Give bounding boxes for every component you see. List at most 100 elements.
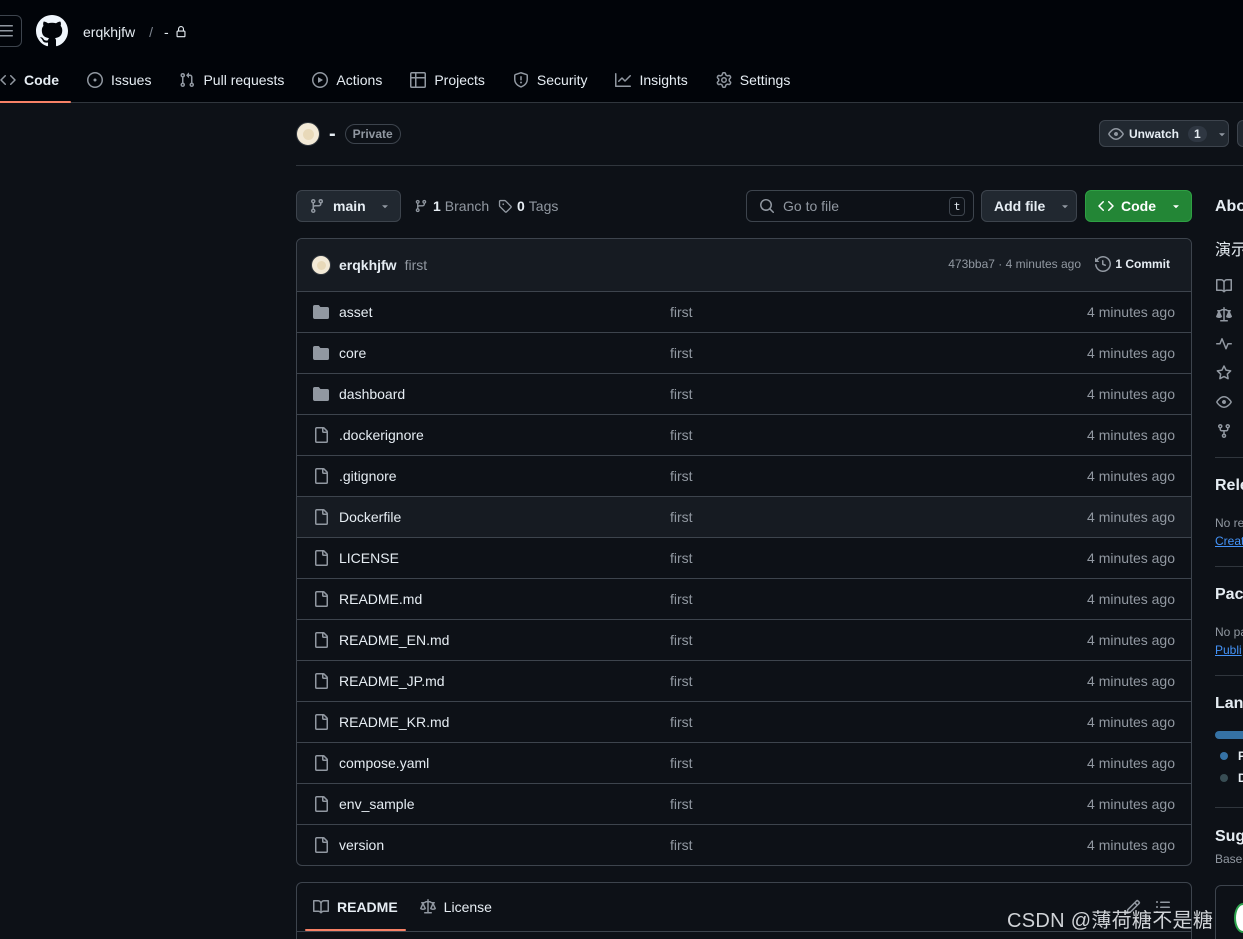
packages-heading[interactable]: Pack (1215, 586, 1243, 604)
owner-avatar[interactable] (296, 122, 320, 146)
table-row[interactable]: asset first 4 minutes ago (297, 292, 1191, 333)
table-row[interactable]: README_EN.md first 4 minutes ago (297, 620, 1191, 661)
file-list: asset first 4 minutes ago core first 4 minute… (297, 292, 1191, 865)
tab-security[interactable]: Security (501, 63, 600, 96)
file-name-link[interactable]: .gitignore (339, 468, 397, 484)
code-button[interactable]: Code (1085, 190, 1192, 222)
tags-link[interactable]: 0 Tags (498, 196, 558, 216)
table-row[interactable]: env_sample first 4 minutes ago (297, 784, 1191, 825)
releases-heading[interactable]: Rele (1215, 477, 1243, 495)
commit-author[interactable]: erqkhjfw (339, 257, 397, 273)
menu-button[interactable] (0, 15, 22, 47)
file-commit-message[interactable]: first (670, 796, 693, 812)
file-commit-message[interactable]: first (670, 550, 693, 566)
go-to-file-input[interactable]: Go to file t (746, 190, 974, 222)
create-release-link[interactable]: Creat (1215, 534, 1243, 548)
file-commit-message[interactable]: first (670, 591, 693, 607)
file-commit-message[interactable]: first (670, 345, 693, 361)
table-row[interactable]: README.md first 4 minutes ago (297, 579, 1191, 620)
latest-commit-bar: erqkhjfw first 473bba7 · 4 minutes ago 1… (297, 239, 1191, 292)
table-row[interactable]: dashboard first 4 minutes ago (297, 374, 1191, 415)
tab-settings[interactable]: Settings (704, 63, 803, 96)
suggested-heading: Sug (1215, 828, 1243, 845)
file-name-link[interactable]: compose.yaml (339, 755, 429, 771)
law-icon (1216, 307, 1232, 322)
tab-issues[interactable]: Issues (75, 63, 163, 96)
table-row[interactable]: .dockerignore first 4 minutes ago (297, 415, 1191, 456)
file-commit-message[interactable]: first (670, 714, 693, 730)
code-icon (0, 74, 16, 85)
table-row[interactable]: .gitignore first 4 minutes ago (297, 456, 1191, 497)
tab-readme[interactable]: README (305, 883, 406, 931)
file-name-link[interactable]: dashboard (339, 386, 405, 402)
file-name-link[interactable]: README.md (339, 591, 422, 607)
github-logo-icon[interactable] (36, 15, 68, 47)
tab-license[interactable]: License (419, 883, 492, 931)
table-row[interactable]: LICENSE first 4 minutes ago (297, 538, 1191, 579)
file-commit-message[interactable]: first (670, 632, 693, 648)
tab-insights[interactable]: Insights (603, 63, 699, 96)
tab-projects-label: Projects (434, 71, 485, 88)
commit-sha-time[interactable]: 473bba7 · 4 minutes ago (948, 257, 1081, 271)
eye-icon (1216, 396, 1232, 408)
repo-title-bar: - Private (296, 121, 401, 147)
code-icon (1098, 200, 1114, 212)
add-file-button[interactable]: Add file (981, 190, 1077, 222)
file-commit-message[interactable]: first (670, 386, 693, 402)
tab-issues-label: Issues (111, 71, 152, 88)
tag-label: Tags (528, 198, 559, 214)
sidebar-divider (1215, 566, 1243, 567)
tab-projects[interactable]: Projects (398, 63, 497, 96)
owner-link[interactable]: erqkhjfw (83, 24, 135, 40)
branch-select-button[interactable]: main (296, 190, 401, 222)
tab-code[interactable]: Code (0, 63, 71, 103)
file-name-link[interactable]: core (339, 345, 366, 361)
table-row[interactable]: README_KR.md first 4 minutes ago (297, 702, 1191, 743)
commit-author-avatar[interactable] (311, 255, 331, 275)
table-row[interactable]: README_JP.md first 4 minutes ago (297, 661, 1191, 702)
repo-title[interactable]: - (329, 123, 336, 146)
file-name-link[interactable]: version (339, 837, 384, 853)
file-commit-message[interactable]: first (670, 837, 693, 853)
commit-message[interactable]: first (405, 257, 428, 273)
file-name-link[interactable]: asset (339, 304, 372, 320)
file-commit-message[interactable]: first (670, 427, 693, 443)
fork-button[interactable] (1237, 120, 1243, 147)
tag-count: 0 (517, 198, 525, 214)
language-name[interactable]: P (1238, 749, 1243, 763)
branches-link[interactable]: 1 Branch (414, 196, 489, 216)
file-icon (313, 509, 329, 525)
file-name-link[interactable]: README_JP.md (339, 673, 445, 689)
tab-actions[interactable]: Actions (300, 63, 394, 96)
search-icon (760, 199, 775, 214)
file-name-link[interactable]: LICENSE (339, 550, 399, 566)
file-name-link[interactable]: README_EN.md (339, 632, 449, 648)
file-commit-message[interactable]: first (670, 673, 693, 689)
file-commit-message[interactable]: first (670, 509, 693, 525)
visibility-badge: Private (344, 124, 401, 144)
book-icon (313, 899, 329, 914)
file-commit-message[interactable]: first (670, 755, 693, 771)
file-name-link[interactable]: .dockerignore (339, 427, 424, 443)
table-row[interactable]: compose.yaml first 4 minutes ago (297, 743, 1191, 784)
file-name-link[interactable]: README_KR.md (339, 714, 449, 730)
table-row[interactable]: core first 4 minutes ago (297, 333, 1191, 374)
file-name-link[interactable]: Dockerfile (339, 509, 401, 525)
unwatch-button[interactable]: Unwatch 1 (1099, 120, 1229, 147)
file-commit-time: 4 minutes ago (1087, 509, 1175, 525)
table-row[interactable]: version first 4 minutes ago (297, 825, 1191, 865)
file-commit-time: 4 minutes ago (1087, 550, 1175, 566)
tab-pull-requests[interactable]: Pull requests (167, 63, 296, 96)
file-commit-message[interactable]: first (670, 304, 693, 320)
language-name[interactable]: D (1238, 771, 1243, 785)
title-divider (296, 165, 1243, 166)
issue-icon (87, 71, 103, 88)
publish-package-link[interactable]: Publi (1215, 643, 1242, 657)
table-row[interactable]: Dockerfile first 4 minutes ago (297, 497, 1191, 538)
repo-nav-tabs: Code Issues Pull requests Actions Projec… (0, 63, 806, 103)
repo-link[interactable]: - (164, 24, 169, 40)
commits-link[interactable]: 1 Commit (1095, 256, 1170, 272)
file-commit-time: 4 minutes ago (1087, 345, 1175, 361)
file-commit-message[interactable]: first (670, 468, 693, 484)
file-name-link[interactable]: env_sample (339, 796, 415, 812)
